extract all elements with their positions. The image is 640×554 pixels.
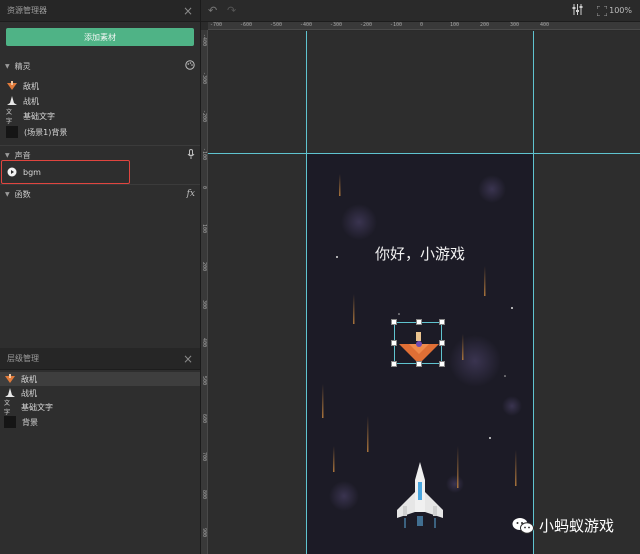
game-stage[interactable]: 你好，小游戏	[307, 154, 533, 554]
ruler-tick-label: 800	[201, 490, 207, 500]
ruler-tick-label: -700	[210, 22, 223, 28]
add-asset-button[interactable]: 添加素材	[6, 28, 194, 46]
layers-panel-header: 层级管理 ×	[0, 348, 200, 370]
section-sprites[interactable]: ▼ 精灵	[0, 59, 200, 73]
assets-panel-title: 资源管理器	[7, 6, 47, 15]
resize-handle[interactable]	[416, 319, 422, 325]
background-icon	[6, 126, 18, 138]
ruler-tick-label: 400	[540, 22, 550, 28]
ruler-tick-label: 100	[450, 22, 460, 28]
ruler-tick-label: 200	[480, 22, 490, 28]
guide-line-vertical-left[interactable]	[306, 31, 307, 554]
ruler-tick-label: 500	[201, 376, 207, 386]
divider	[0, 145, 200, 146]
section-sprites-label: 精灵	[14, 61, 31, 71]
stage-text[interactable]: 你好，小游戏	[307, 243, 533, 264]
guide-line-vertical-right[interactable]	[533, 31, 534, 554]
ruler-tick-label: 200	[201, 262, 207, 272]
zoom-level[interactable]: 100%	[609, 6, 632, 15]
selection-box[interactable]	[391, 319, 445, 367]
enemy-plane-icon	[6, 81, 17, 92]
layer-label: 敌机	[21, 374, 37, 384]
highlight-box	[1, 160, 130, 184]
section-sound-label: 声音	[14, 150, 31, 160]
palette-icon[interactable]	[185, 59, 195, 73]
layer-label: 背景	[22, 417, 38, 427]
ruler-tick-label: -100	[390, 22, 403, 28]
ruler-tick-label: 300	[201, 300, 207, 310]
top-toolbar: ↶ ↷ 100%	[201, 0, 640, 22]
ruler-tick-label: 600	[201, 414, 207, 424]
resize-handle[interactable]	[391, 340, 397, 346]
ruler-tick-label: 0	[420, 22, 424, 28]
collapse-triangle-icon[interactable]: ▼	[5, 63, 10, 70]
ruler-tick-label: 300	[510, 22, 520, 28]
ruler-horizontal: -700 -600 -500 -400 -300 -200 -100 0 100 200 300 40…	[208, 22, 640, 30]
assets-panel-header: 资源管理器 ×	[0, 0, 200, 22]
resize-handle[interactable]	[391, 361, 397, 367]
background-icon	[4, 416, 16, 428]
divider	[0, 184, 200, 185]
layer-item-background[interactable]: 背景	[0, 415, 200, 429]
function-icon[interactable]: fx	[187, 189, 195, 199]
asset-item-enemy[interactable]: 敌机	[6, 79, 39, 93]
resize-handle[interactable]	[439, 340, 445, 346]
text-icon: 文字	[4, 400, 11, 416]
layers-panel-title: 层级管理	[7, 354, 39, 363]
asset-item-background[interactable]: (场景1)背景	[6, 125, 67, 139]
fighter-plane-icon	[6, 96, 17, 107]
asset-label: 基础文字	[23, 111, 55, 121]
ruler-tick-label: -600	[240, 22, 253, 28]
undo-icon[interactable]: ↶	[208, 4, 217, 17]
asset-item-fighter[interactable]: 战机	[6, 94, 39, 108]
left-panel: 资源管理器 × 添加素材 ▼ 精灵 敌机 战机 文字 基础文字 (场景1)背景 …	[0, 0, 201, 554]
resize-handle[interactable]	[439, 319, 445, 325]
resize-handle[interactable]	[439, 361, 445, 367]
redo-icon[interactable]: ↷	[227, 4, 236, 17]
ruler-vertical: -400 -300 -200 -100 0 100 200 300 400 500 600 700 80…	[201, 30, 208, 554]
fit-screen-icon[interactable]	[596, 4, 608, 19]
wechat-icon	[512, 517, 534, 534]
asset-label: 敌机	[23, 81, 39, 91]
ruler-tick-label: -200	[201, 110, 207, 123]
section-functions-label: 函数	[14, 189, 31, 199]
ruler-tick-label: -300	[201, 72, 207, 85]
section-functions[interactable]: ▼ 函数 fx	[0, 187, 200, 201]
text-icon: 文字	[6, 109, 13, 125]
collapse-triangle-icon[interactable]: ▼	[5, 191, 10, 198]
ruler-tick-label: 0	[201, 186, 207, 190]
collapse-triangle-icon[interactable]: ▼	[5, 152, 10, 159]
layer-item-fighter[interactable]: 战机	[0, 386, 200, 400]
adjust-sliders-icon[interactable]	[572, 4, 583, 18]
watermark-text: 小蚂蚁游戏	[539, 517, 615, 535]
layer-item-text[interactable]: 文字 基础文字	[0, 400, 200, 416]
guide-line-horizontal[interactable]	[208, 153, 640, 154]
asset-label: 战机	[23, 96, 39, 106]
layer-label: 战机	[21, 388, 37, 398]
close-icon[interactable]: ×	[183, 353, 193, 365]
ruler-tick-label: -300	[330, 22, 343, 28]
ruler-tick-label: -100	[201, 148, 207, 161]
resize-handle[interactable]	[416, 361, 422, 367]
ruler-tick-label: -400	[201, 34, 207, 47]
enemy-plane-icon	[4, 374, 15, 385]
ruler-tick-label: -400	[300, 22, 313, 28]
ruler-tick-label: 900	[201, 528, 207, 538]
microphone-icon[interactable]	[187, 148, 195, 162]
editor-window: 资源管理器 × 添加素材 ▼ 精灵 敌机 战机 文字 基础文字 (场景1)背景 …	[0, 0, 640, 554]
layer-item-enemy[interactable]: 敌机	[0, 372, 200, 386]
ruler-tick-label: 100	[201, 224, 207, 234]
editor-canvas[interactable]: 你好，小游戏	[208, 31, 640, 554]
ruler-tick-label: -200	[360, 22, 373, 28]
ruler-tick-label: -500	[270, 22, 283, 28]
ruler-tick-label: 400	[201, 338, 207, 348]
resize-handle[interactable]	[391, 319, 397, 325]
fighter-plane-icon	[4, 388, 15, 399]
layer-label: 基础文字	[21, 402, 53, 412]
asset-item-text[interactable]: 文字 基础文字	[6, 109, 55, 125]
ruler-tick-label: 700	[201, 452, 207, 462]
asset-label: (场景1)背景	[24, 127, 68, 137]
close-icon[interactable]: ×	[183, 5, 193, 17]
watermark: 小蚂蚁游戏	[512, 515, 614, 536]
